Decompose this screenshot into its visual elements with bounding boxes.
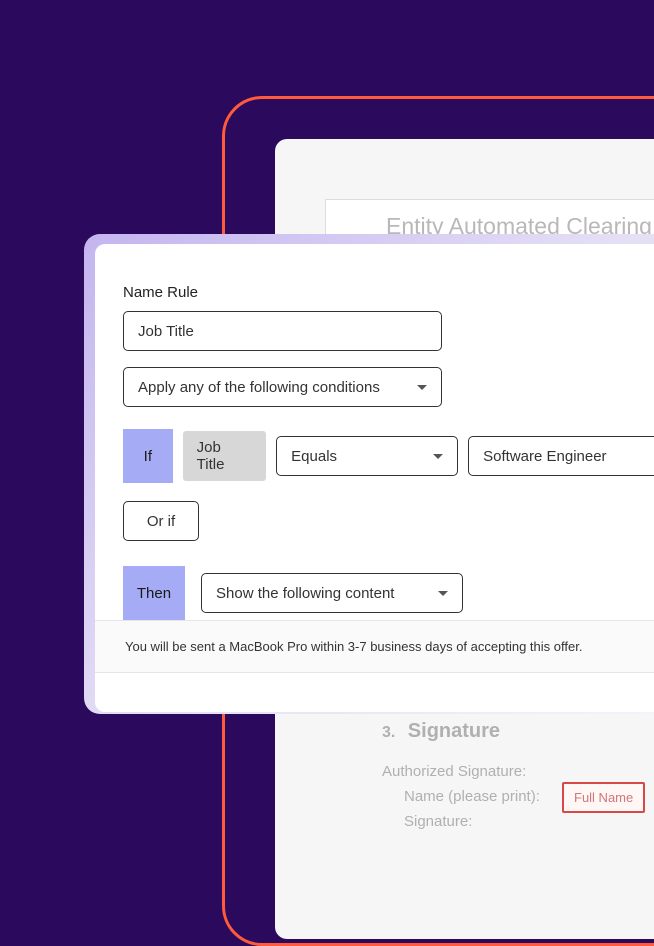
name-print-label: Name (please print): — [404, 788, 540, 805]
operator-select[interactable]: Equals — [276, 436, 458, 476]
content-preview-text: You will be sent a MacBook Pro within 3-… — [95, 620, 654, 673]
signature-step-number: 3. — [382, 724, 395, 742]
then-label: Then — [123, 566, 185, 620]
field-chip[interactable]: Job Title — [183, 431, 267, 481]
then-action-value: Show the following content — [216, 585, 394, 602]
condition-value: Software Engineer — [483, 448, 606, 465]
signature-label: Signature: — [404, 813, 540, 830]
if-label: If — [123, 429, 173, 483]
condition-mode-value: Apply any of the following conditions — [138, 379, 380, 396]
rule-builder-modal: Name Rule Job Title Apply any of the fol… — [95, 244, 654, 712]
chevron-down-icon — [417, 385, 427, 390]
chevron-down-icon — [433, 454, 443, 459]
name-rule-label: Name Rule — [123, 284, 654, 301]
signature-heading: Signature — [408, 720, 500, 743]
signature-section: 3. Signature Authorized Signature: Name … — [382, 720, 540, 830]
name-rule-input[interactable]: Job Title — [123, 311, 442, 351]
authorized-signature-label: Authorized Signature: — [382, 763, 540, 780]
name-rule-value: Job Title — [138, 323, 194, 340]
then-action-row: Then Show the following content — [123, 566, 654, 620]
or-if-button[interactable]: Or if — [123, 501, 199, 541]
condition-mode-select[interactable]: Apply any of the following conditions — [123, 367, 442, 407]
operator-value: Equals — [291, 448, 337, 465]
if-condition-row: If Job Title Equals Software Engineer — [123, 429, 654, 483]
then-action-select[interactable]: Show the following content — [201, 573, 463, 613]
fullname-input[interactable]: Full Name — [562, 782, 645, 813]
condition-value-input[interactable]: Software Engineer — [468, 436, 654, 476]
chevron-down-icon — [438, 591, 448, 596]
